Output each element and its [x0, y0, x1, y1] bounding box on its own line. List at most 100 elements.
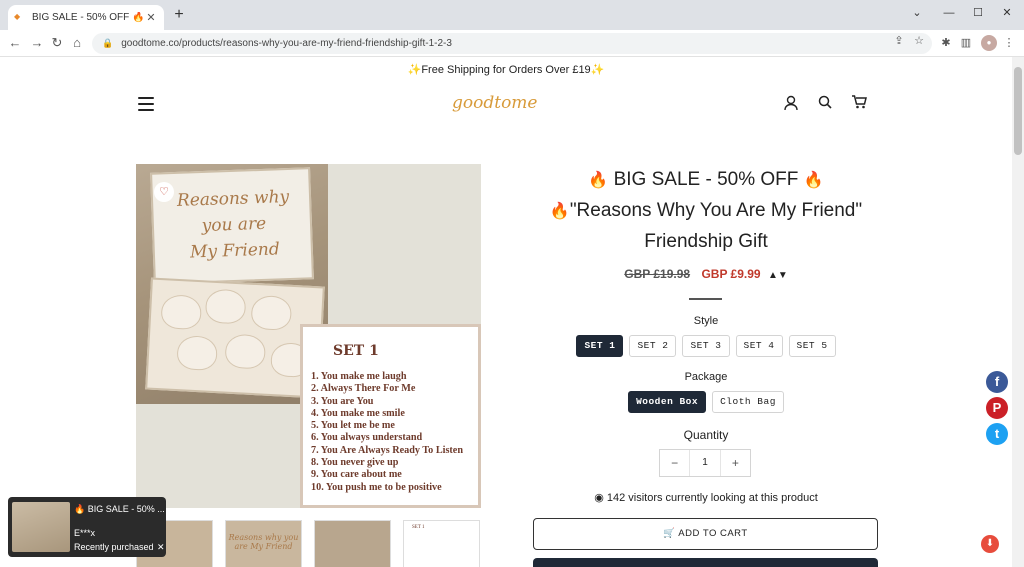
- thumbnail[interactable]: Reasons why you are My Friend: [225, 520, 302, 567]
- quantity-stepper: − 1 +: [659, 449, 751, 477]
- share-page-icon[interactable]: ⇪: [891, 33, 907, 49]
- browser-tab-bar: ◆ BIG SALE - 50% OFF 🔥 🔥 "Re ✕ + ⌄ — ☐ ✕: [0, 0, 1024, 30]
- flame-icon: 🔥: [549, 203, 570, 220]
- tab-title: BIG SALE - 50% OFF 🔥 🔥 "Re: [32, 12, 144, 23]
- tab-search-icon[interactable]: ⌄: [906, 4, 928, 22]
- set-list-item: 5. You let me be me: [311, 420, 395, 432]
- tab-close-icon[interactable]: ✕: [144, 11, 158, 24]
- account-icon[interactable]: [782, 95, 800, 113]
- extensions-icon[interactable]: ✱: [937, 34, 955, 52]
- twitter-share-icon[interactable]: t: [986, 423, 1008, 445]
- browser-toolbar: ← → ↻ ⌂ 🔒 goodtome.co/products/reasons-w…: [0, 30, 1024, 57]
- flame-icon: 🔥: [803, 172, 824, 189]
- site-logo[interactable]: goodtome: [452, 93, 537, 113]
- heart-token: [204, 288, 247, 325]
- title-line: BIG SALE - 50% OFF: [613, 169, 799, 190]
- package-option-wooden-box[interactable]: Wooden Box: [628, 391, 707, 413]
- set-list-item: 6. You always understand: [311, 432, 423, 444]
- lid-text-line: My Friend: [189, 239, 281, 263]
- popup-buyer: E***x: [74, 528, 96, 538]
- product-main-image[interactable]: Reasons why you are My Friend ♡ SET 1 1.…: [136, 164, 481, 508]
- home-icon[interactable]: ⌂: [68, 34, 86, 52]
- address-bar[interactable]: 🔒 goodtome.co/products/reasons-why-you-a…: [92, 33, 932, 54]
- set-list-item: 3. You are You: [311, 395, 374, 407]
- cart-icon: 🛒: [663, 528, 676, 539]
- price-block: GBP £19.98 GBP £9.99 ▲▼: [530, 267, 882, 281]
- title-line: "Reasons Why You Are My Friend": [569, 200, 863, 221]
- eye-icon: ◉: [594, 492, 604, 504]
- package-option-cloth-bag[interactable]: Cloth Bag: [712, 391, 784, 413]
- forward-icon[interactable]: →: [28, 34, 46, 52]
- package-label: Package: [684, 371, 728, 383]
- popup-close-icon[interactable]: ✕: [157, 542, 165, 553]
- style-option-set-5[interactable]: SET 5: [788, 335, 836, 357]
- web-page: ✨Free Shipping for Orders Over £19✨ good…: [0, 57, 1012, 567]
- popup-status: Recently purchased: [74, 542, 154, 552]
- bookmark-star-icon[interactable]: ☆: [911, 33, 927, 49]
- thumbnail-strip: Reasons why you are My Friend SET 1: [136, 520, 481, 567]
- thumbnail[interactable]: SET 1: [403, 520, 480, 567]
- set-list-item: 4. You make me smile: [311, 407, 405, 419]
- lid-text-line: Reasons why: [176, 186, 290, 211]
- currency-toggle-icon[interactable]: ▲▼: [768, 270, 788, 281]
- style-option-set-4[interactable]: SET 4: [735, 335, 783, 357]
- style-label: Style: [693, 315, 719, 327]
- side-panel-icon[interactable]: ▥: [957, 34, 975, 52]
- set-list-item: 1. You make me laugh: [311, 371, 407, 382]
- minimize-button[interactable]: —: [938, 4, 960, 22]
- style-option-set-1[interactable]: SET 1: [576, 335, 624, 357]
- search-icon[interactable]: [816, 95, 834, 113]
- back-icon[interactable]: ←: [6, 34, 24, 52]
- new-tab-button[interactable]: +: [170, 6, 188, 24]
- page-scrollbar[interactable]: [1012, 57, 1024, 567]
- set-list-item: 9. You care about me: [311, 469, 402, 481]
- quantity-minus-button[interactable]: −: [660, 450, 689, 476]
- set-list: 1. You make me laugh 2. Always There For…: [311, 371, 483, 494]
- style-option-set-2[interactable]: SET 2: [629, 335, 677, 357]
- close-window-button[interactable]: ✕: [996, 4, 1018, 22]
- thumbnail[interactable]: [314, 520, 391, 567]
- thumbnail-caption: Reasons why you are My Friend: [228, 533, 299, 551]
- lock-icon[interactable]: 🔒: [102, 38, 113, 49]
- cart-icon[interactable]: [850, 95, 868, 113]
- style-option-set-3[interactable]: SET 3: [682, 335, 730, 357]
- title-line: Friendship Gift: [644, 231, 768, 252]
- buy-now-button[interactable]: [533, 558, 878, 567]
- flame-icon: 🔥: [588, 172, 609, 189]
- quantity-plus-button[interactable]: +: [721, 450, 750, 476]
- visitors-notice: ◉ 142 visitors currently looking at this…: [530, 491, 882, 504]
- set-list-item: 2. Always There For Me: [311, 383, 416, 395]
- browser-menu-icon[interactable]: ⋮: [1000, 34, 1018, 52]
- heart-token: [160, 294, 203, 331]
- card-title: SET 1: [333, 343, 379, 359]
- heart-token: [250, 294, 293, 331]
- set-list-card: SET 1 1. You make me laugh 2. Always The…: [300, 324, 481, 508]
- scrollbar-thumb[interactable]: [1014, 67, 1022, 155]
- rewards-gift-icon[interactable]: ⬇: [981, 535, 999, 553]
- quantity-input[interactable]: 1: [689, 450, 721, 476]
- wishlist-heart-icon[interactable]: ♡: [154, 182, 174, 202]
- original-price: GBP £19.98: [624, 267, 691, 281]
- menu-icon[interactable]: [138, 97, 154, 111]
- style-options: SET 1 SET 2 SET 3 SET 4 SET 5: [530, 335, 882, 357]
- reload-icon[interactable]: ↻: [48, 34, 66, 52]
- set-list-item: 10. You push me to be positive: [311, 481, 442, 493]
- announcement-bar: ✨Free Shipping for Orders Over £19✨: [407, 64, 605, 76]
- url-text[interactable]: goodtome.co/products/reasons-why-you-are…: [121, 38, 452, 49]
- facebook-share-icon[interactable]: f: [986, 371, 1008, 393]
- add-to-cart-label: ADD TO CART: [678, 528, 748, 539]
- quantity-label: Quantity: [683, 428, 729, 442]
- popup-title: 🔥 BIG SALE - 50% ...: [74, 504, 165, 514]
- pinterest-share-icon[interactable]: P: [986, 397, 1008, 419]
- maximize-button[interactable]: ☐: [967, 4, 989, 22]
- recent-purchase-popup[interactable]: 🔥 BIG SALE - 50% ... E***x Recently purc…: [8, 497, 166, 557]
- set-list-item: 7. You Are Always Ready To Listen: [311, 444, 463, 456]
- gift-box-base: [145, 277, 325, 399]
- browser-tab[interactable]: ◆ BIG SALE - 50% OFF 🔥 🔥 "Re ✕: [8, 5, 164, 30]
- site-favicon-icon: ◆: [14, 11, 21, 21]
- heart-token: [176, 335, 219, 372]
- divider: [689, 298, 722, 300]
- add-to-cart-button[interactable]: 🛒 ADD TO CART: [533, 518, 878, 550]
- profile-avatar-icon[interactable]: ●: [981, 35, 997, 51]
- sale-price: GBP £9.99: [701, 267, 761, 281]
